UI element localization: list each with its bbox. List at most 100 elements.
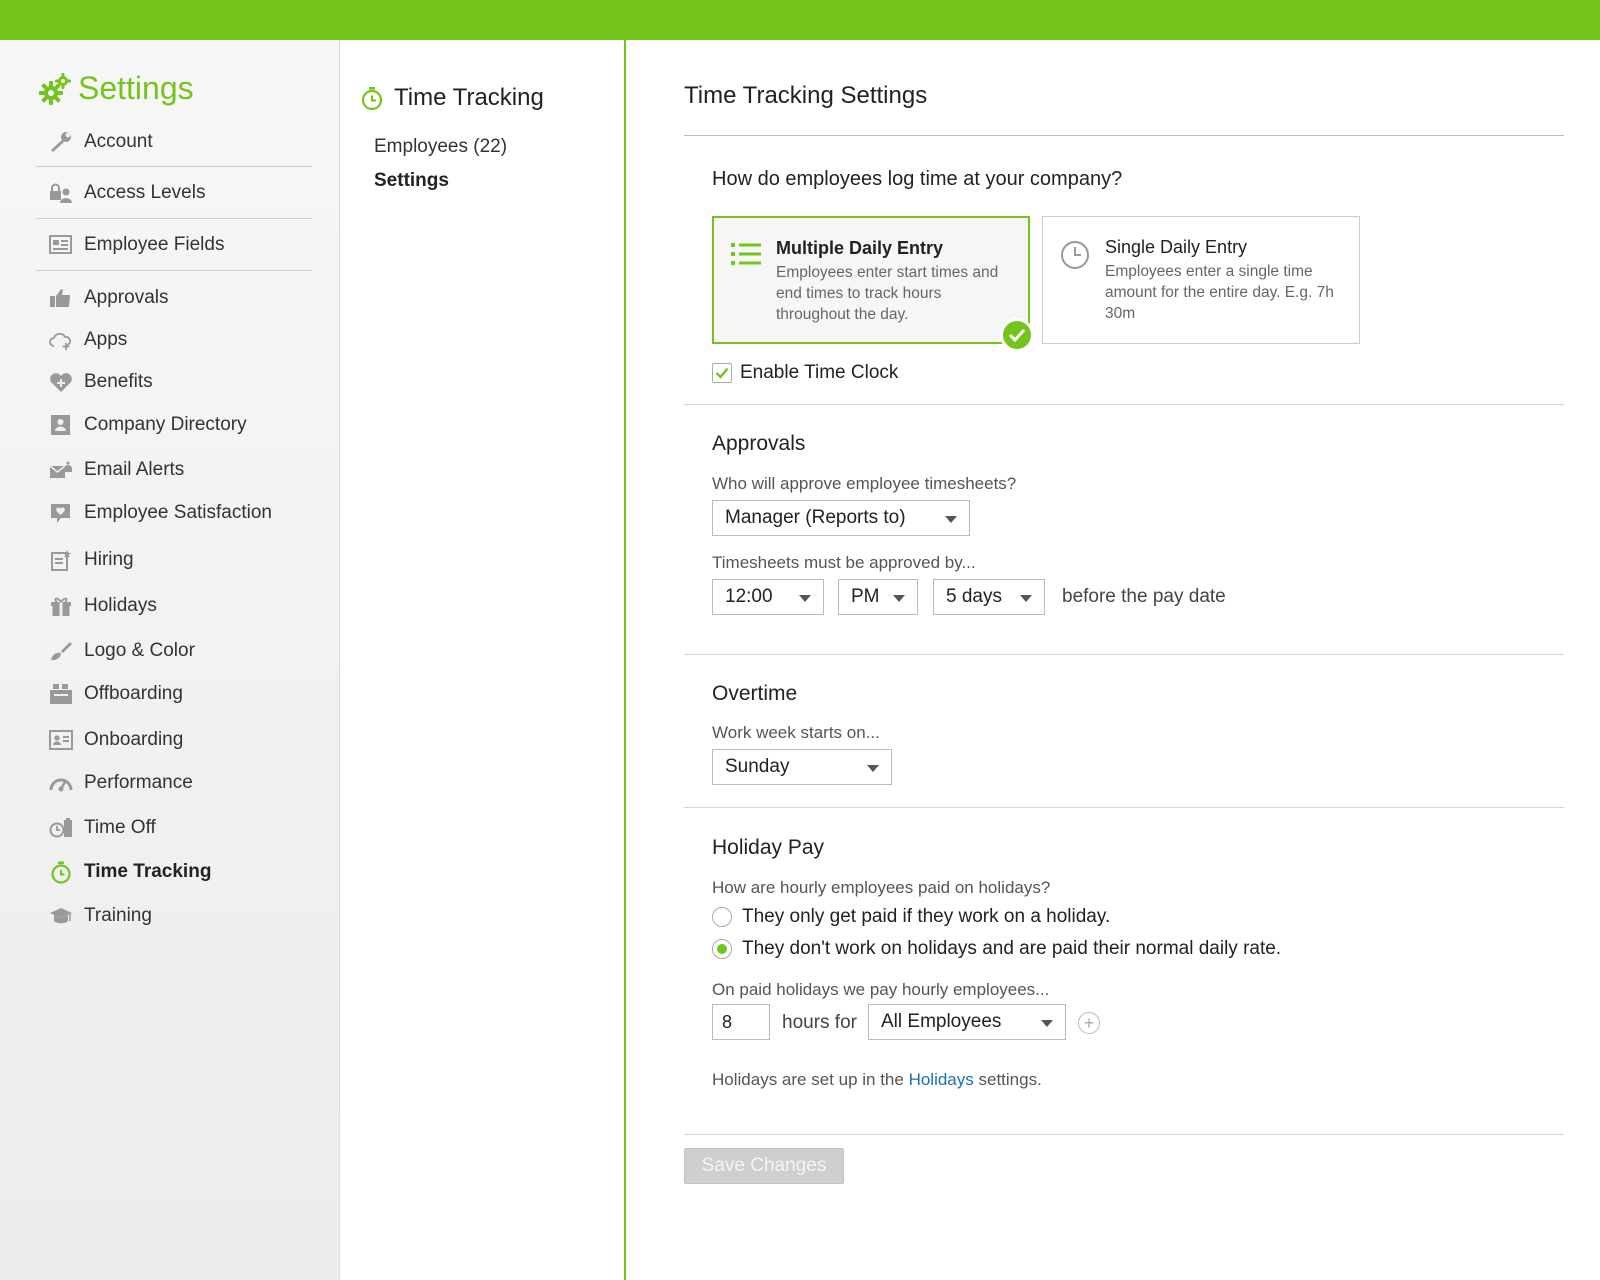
deadline-label: Timesheets must be approved by... [712, 553, 976, 572]
holiday-radio-normal-rate[interactable]: They don't work on holidays and are paid… [712, 938, 1281, 960]
approval-days-select[interactable]: 5 days [933, 579, 1045, 615]
stopwatch-icon [48, 860, 74, 884]
radio-dot [717, 944, 727, 954]
section-divider [684, 404, 1564, 405]
paid-holiday-label: On paid holidays we pay hourly employees… [712, 980, 1050, 999]
radio-button[interactable] [712, 907, 732, 927]
lock-user-icon [48, 181, 74, 205]
sidebar-item-performance[interactable]: Performance [48, 768, 193, 798]
sidebar-item-company-directory[interactable]: Company Directory [48, 410, 247, 440]
employee-group-select[interactable]: All Employees [868, 1004, 1066, 1040]
chevron-down-icon [867, 765, 879, 772]
option-title: Single Daily Entry [1105, 237, 1248, 257]
paintbrush-icon [48, 639, 74, 663]
sidebar-item-offboarding[interactable]: Offboarding [48, 679, 183, 709]
subnav-title: Time Tracking [360, 84, 544, 112]
holiday-pay-heading: Holiday Pay [712, 836, 825, 859]
directory-icon [48, 413, 74, 437]
approval-ampm-select[interactable]: PM [838, 579, 918, 615]
holidays-settings-link[interactable]: Holidays [909, 1070, 974, 1089]
list-icon [731, 243, 761, 265]
gear-icon [39, 72, 71, 105]
sidebar-divider [36, 218, 312, 219]
sidebar-item-email-alerts[interactable]: Email Alerts [48, 455, 184, 485]
add-rule-plus-icon[interactable]: + [1078, 1012, 1100, 1034]
title-divider [684, 135, 1564, 136]
work-week-select[interactable]: Sunday [712, 749, 892, 785]
checkbox-box[interactable] [712, 363, 732, 383]
sidebar-item-apps[interactable]: Apps [48, 325, 127, 355]
option-description: Employees enter start times and end time… [776, 264, 999, 323]
approval-time-select[interactable]: 12:00 [712, 579, 824, 615]
top-bar [0, 0, 1600, 40]
sidebar-item-employee-satisfaction[interactable]: Employee Satisfaction [48, 498, 272, 528]
work-week-label: Work week starts on... [712, 723, 880, 742]
stopwatch-icon [361, 87, 383, 111]
time-off-icon [48, 816, 74, 840]
chat-heart-icon [48, 501, 74, 525]
id-card-icon [48, 728, 74, 752]
sidebar-title: Settings [38, 70, 194, 107]
holiday-hours-input[interactable] [712, 1004, 770, 1040]
settings-sidebar: Settings Account Access Levels Employee … [0, 40, 340, 1280]
option-single-daily-entry[interactable]: Single Daily Entry Employees enter a sin… [1042, 216, 1360, 344]
thumbs-up-icon [48, 286, 74, 310]
sidebar-item-training[interactable]: Training [48, 901, 152, 931]
section-divider [684, 807, 1564, 808]
page-title: Time Tracking Settings [684, 82, 928, 109]
holidays-note: Holidays are set up in the Holidays sett… [712, 1070, 1042, 1089]
radio-button-selected[interactable] [712, 939, 732, 959]
offboarding-icon [48, 682, 74, 706]
enable-time-clock-checkbox[interactable]: Enable Time Clock [712, 362, 898, 384]
overtime-heading: Overtime [712, 682, 798, 705]
sidebar-item-logo-color[interactable]: Logo & Color [48, 636, 195, 666]
gift-icon [48, 594, 74, 618]
gauge-icon [48, 771, 74, 795]
holiday-radio-work-only[interactable]: They only get paid if they work on a hol… [712, 906, 1110, 928]
sidebar-divider [36, 166, 312, 167]
chevron-down-icon [893, 595, 905, 602]
sidebar-item-employee-fields[interactable]: Employee Fields [48, 230, 224, 260]
sidebar-item-benefits[interactable]: Benefits [48, 367, 153, 397]
hiring-icon [48, 548, 74, 572]
sidebar-item-account[interactable]: Account [48, 127, 153, 157]
clock-icon [1061, 241, 1089, 269]
log-time-question: How do employees log time at your compan… [712, 168, 1123, 190]
option-multiple-daily-entry[interactable]: Multiple Daily Entry Employees enter sta… [712, 216, 1030, 344]
chevron-down-icon [1020, 595, 1032, 602]
heart-plus-icon [48, 370, 74, 394]
sidebar-item-time-tracking[interactable]: Time Tracking [48, 857, 211, 887]
main-content: Time Tracking Settings How do employees … [628, 40, 1600, 1280]
sidebar-item-approvals[interactable]: Approvals [48, 283, 169, 313]
section-divider [684, 1134, 1564, 1135]
sidebar-item-onboarding[interactable]: Onboarding [48, 725, 183, 755]
approvals-heading: Approvals [712, 432, 806, 455]
chevron-down-icon [799, 595, 811, 602]
sub-navigation: Time Tracking Employees (22) Settings [340, 40, 626, 1280]
cloud-plus-icon [48, 328, 74, 352]
option-title: Multiple Daily Entry [776, 238, 944, 258]
option-description: Employees enter a single time amount for… [1105, 263, 1334, 322]
checkmark-icon [715, 367, 729, 379]
sidebar-item-holidays[interactable]: Holidays [48, 591, 157, 621]
sidebar-divider [36, 270, 312, 271]
holiday-pay-question: How are hourly employees paid on holiday… [712, 878, 1051, 897]
sidebar-item-hiring[interactable]: Hiring [48, 545, 134, 575]
subnav-link-employees[interactable]: Employees (22) [374, 136, 507, 158]
fields-list-icon [48, 233, 74, 257]
sidebar-item-access-levels[interactable]: Access Levels [48, 178, 205, 208]
before-pay-date-text: before the pay date [1062, 586, 1226, 607]
approver-select[interactable]: Manager (Reports to) [712, 500, 970, 536]
chevron-down-icon [945, 516, 957, 523]
section-divider [684, 654, 1564, 655]
chevron-down-icon [1041, 1020, 1053, 1027]
save-changes-button[interactable]: Save Changes [684, 1148, 844, 1184]
hours-for-text: hours for [782, 1012, 857, 1033]
subnav-link-settings[interactable]: Settings [374, 170, 449, 192]
wrench-icon [48, 130, 74, 154]
approver-label: Who will approve employee timesheets? [712, 474, 1017, 493]
sidebar-title-text: Settings [78, 70, 194, 106]
graduation-cap-icon [48, 904, 74, 928]
sidebar-item-time-off[interactable]: Time Off [48, 813, 156, 843]
envelope-bell-icon [48, 458, 74, 482]
